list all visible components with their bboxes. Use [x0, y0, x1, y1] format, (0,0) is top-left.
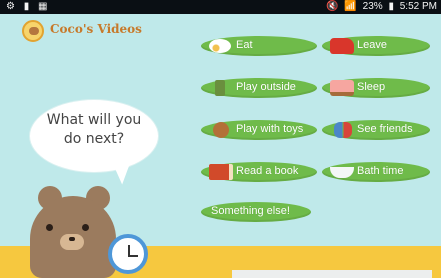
bear-character-icon: [30, 186, 116, 278]
choice-read-a-book-button[interactable]: Read a book: [201, 162, 317, 182]
bear-mouth: [60, 234, 84, 250]
choice-label: See friends: [357, 123, 413, 135]
car-icon: [330, 38, 354, 54]
choice-play-outside-button[interactable]: Play outside: [201, 78, 317, 98]
choice-see-friends-button[interactable]: See friends: [322, 120, 430, 140]
choice-label: Play with toys: [236, 123, 304, 135]
bathtub-icon: [330, 167, 354, 178]
choice-leave-button[interactable]: Leave: [322, 36, 430, 56]
clock-hand-minute: [128, 255, 138, 257]
status-time: 5:52 PM: [399, 1, 437, 12]
prompt-text: What will you do next?: [30, 111, 158, 149]
status-right: 🔇 📶 23% ▮ 5:52 PM: [323, 1, 437, 12]
choice-label: Play outside: [236, 81, 296, 93]
choice-label: Bath time: [357, 165, 404, 177]
choice-label: Something else!: [211, 205, 290, 217]
choice-something-else-button[interactable]: Something else!: [201, 202, 311, 222]
bottom-strip: [232, 270, 432, 278]
door-icon: [215, 80, 225, 96]
app-screen: ⚙ ▮ ▦ 🔇 📶 23% ▮ 5:52 PM Coco's Videos Wh…: [0, 0, 441, 278]
friends-icon: [334, 122, 352, 138]
app-title: Coco's Videos: [50, 22, 142, 36]
choice-label: Sleep: [357, 81, 386, 93]
choice-eat-button[interactable]: Eat: [201, 36, 317, 56]
speech-bubble: What will you do next?: [30, 100, 158, 172]
choice-sleep-button[interactable]: Sleep: [322, 78, 430, 98]
wifi-icon: 📶: [344, 1, 357, 12]
choice-label: Leave: [357, 39, 387, 51]
battery-percent: 23%: [362, 1, 383, 12]
status-left-icons: ⚙ ▮ ▦: [6, 1, 51, 12]
book-icon: [209, 164, 233, 180]
choice-play-with-toys-button[interactable]: Play with toys: [201, 120, 317, 140]
choice-label: Eat: [236, 39, 253, 51]
status-bar: ⚙ ▮ ▦ 🔇 📶 23% ▮ 5:52 PM: [0, 0, 441, 14]
choice-label: Read a book: [236, 165, 299, 177]
teddy-bear-icon: [213, 122, 229, 138]
plate-icon: [209, 39, 231, 53]
prompt-line-1: What will you: [46, 112, 142, 128]
alarm-clock-icon: [108, 234, 148, 274]
battery-icon: ▮: [388, 1, 394, 12]
mute-icon: 🔇: [326, 1, 339, 12]
coco-logo-icon: [22, 20, 44, 42]
bed-icon: [330, 80, 354, 96]
bear-eye-right: [82, 224, 89, 231]
prompt-line-2: do next?: [63, 131, 125, 147]
bear-eye-left: [46, 224, 53, 231]
choice-bath-time-button[interactable]: Bath time: [322, 162, 430, 182]
